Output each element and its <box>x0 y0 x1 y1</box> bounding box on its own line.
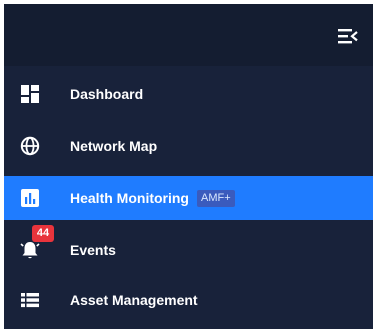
nav-item-asset-management[interactable]: Asset Management <box>4 278 373 322</box>
sidebar: Dashboard Network Map Health Monitoring A… <box>4 4 373 329</box>
nav-item-label: Health Monitoring AMF+ <box>70 176 235 220</box>
globe-icon <box>20 136 40 156</box>
menu-collapse-button[interactable] <box>337 26 359 46</box>
nav-item-label: Asset Management <box>70 292 198 308</box>
nav-item-label: Dashboard <box>70 86 144 102</box>
chart-icon <box>21 189 39 207</box>
sidebar-header <box>4 4 373 66</box>
events-count-badge: 44 <box>32 225 54 242</box>
nav-item-events[interactable]: 44 Events <box>4 225 373 272</box>
dashboard-icon <box>21 85 39 103</box>
bell-icon <box>20 242 40 259</box>
menu-collapse-icon <box>338 29 358 44</box>
nav-item-label-text: Health Monitoring <box>70 190 189 206</box>
nav-item-health-monitoring[interactable]: Health Monitoring AMF+ <box>4 176 373 220</box>
nav-item-label: Events <box>70 242 116 258</box>
nav-item-label: Network Map <box>70 138 158 154</box>
nav-item-network-map[interactable]: Network Map <box>4 124 373 168</box>
amf-tag: AMF+ <box>197 189 235 207</box>
nav-item-dashboard[interactable]: Dashboard <box>4 72 373 116</box>
list-icon <box>21 293 39 308</box>
